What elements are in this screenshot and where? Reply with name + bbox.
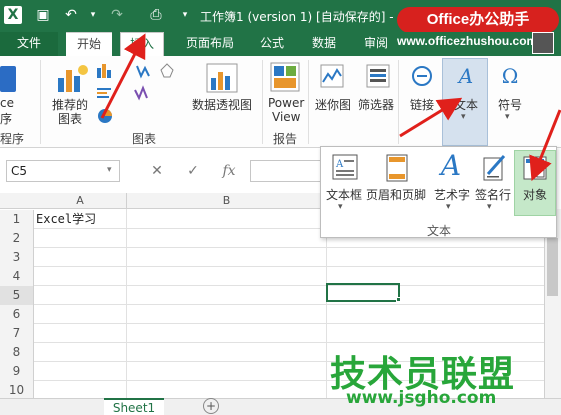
watermark-url: www.jsgho.com (346, 388, 497, 408)
